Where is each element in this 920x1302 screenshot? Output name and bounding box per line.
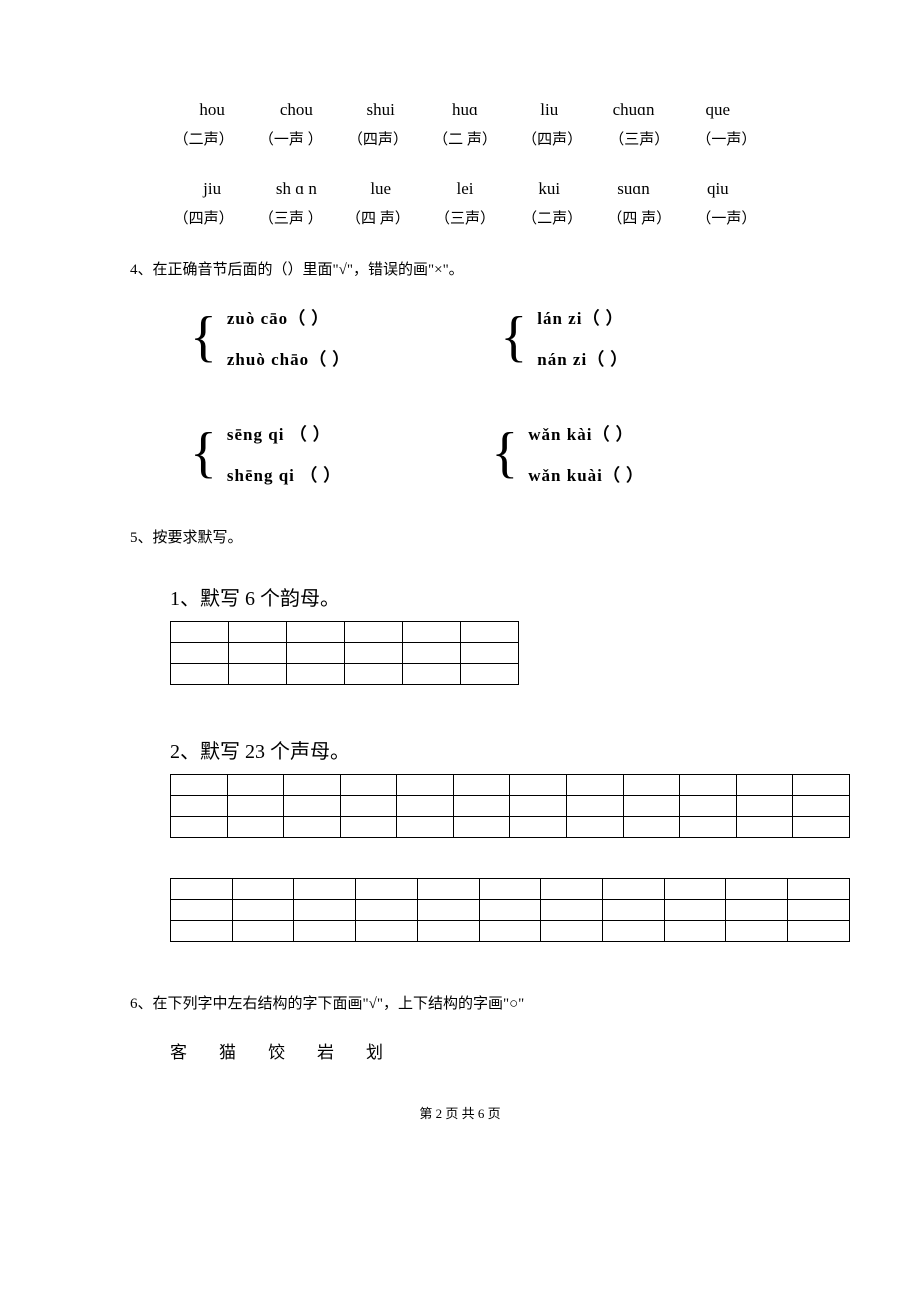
- tone-cell: （一声）: [683, 128, 770, 149]
- pinyin-cell: que: [676, 100, 760, 120]
- choice-item: lán zi（ ）: [537, 304, 628, 329]
- bracket-group: { sēng qi （ ） shēng qi （ ）: [190, 420, 341, 486]
- bracket-row-2: { sēng qi （ ） shēng qi （ ） { wǎn kài（ ） …: [190, 420, 790, 486]
- pinyin-row-1: hou chou shui huɑ liu chuɑn que: [130, 100, 790, 120]
- pinyin-cell: sh ɑ n: [254, 179, 338, 199]
- bracket-icon: {: [190, 322, 217, 352]
- tone-cell: （二声）: [160, 128, 247, 149]
- tone-cell: （一声）: [683, 207, 770, 228]
- char-item: 猫: [219, 1038, 238, 1063]
- bracket-icon: {: [190, 438, 217, 468]
- page-footer: 第 2 页 共 6 页: [130, 1103, 790, 1122]
- bracket-group: { zuò cāo（ ） zhuò chāo（ ）: [190, 304, 350, 370]
- choice-item: zuò cāo（ ）: [227, 304, 350, 329]
- tone-cell: （四声）: [334, 128, 421, 149]
- choice-item: sēng qi （ ）: [227, 420, 342, 445]
- tone-cell: （二 声）: [421, 128, 508, 149]
- choice-item: nán zi（ ）: [537, 345, 628, 370]
- pinyin-cell: suɑn: [591, 179, 675, 199]
- question-4: 4、在正确音节后面的（）里面"√"，错误的画"×"。: [130, 258, 790, 279]
- tone-cell: （二声）: [509, 207, 596, 228]
- char-item: 客: [170, 1038, 189, 1063]
- pinyin-cell: chou: [254, 100, 338, 120]
- tone-cell: （三声）: [421, 207, 508, 228]
- tone-cell: （三声 ）: [247, 207, 334, 228]
- tone-cell: （四 声）: [596, 207, 683, 228]
- bracket-group: { lán zi（ ） nán zi（ ）: [500, 304, 628, 370]
- bracket-icon: {: [491, 438, 518, 468]
- grid-12-cols-1: [170, 774, 850, 838]
- character-row: 客 猫 饺 岩 划: [170, 1038, 790, 1063]
- question-5: 5、按要求默写。: [130, 526, 790, 547]
- choice-item: shēng qi （ ）: [227, 461, 342, 486]
- bracket-group: { wǎn kài（ ） wǎn kuài（ ）: [491, 420, 644, 486]
- tone-cell: （四声）: [509, 128, 596, 149]
- pinyin-cell: shui: [339, 100, 423, 120]
- pinyin-row-2: jiu sh ɑ n lue lei kui suɑn qiu: [130, 179, 790, 199]
- tone-cell: （四声）: [160, 207, 247, 228]
- tone-row-2: （四声） （三声 ） （四 声） （三声） （二声） （四 声） （一声）: [130, 207, 790, 228]
- choice-item: zhuò chāo（ ）: [227, 345, 350, 370]
- tone-row-1: （二声） （一声 ） （四声） （二 声） （四声） （三声） （一声）: [130, 128, 790, 149]
- question-6: 6、在下列字中左右结构的字下面画"√"，上下结构的字画"○": [130, 992, 790, 1013]
- pinyin-cell: hou: [170, 100, 254, 120]
- char-item: 划: [366, 1038, 385, 1063]
- subheading-2: 2、默写 23 个声母。: [170, 735, 790, 764]
- pinyin-cell: jiu: [170, 179, 254, 199]
- bracket-row-1: { zuò cāo（ ） zhuò chāo（ ） { lán zi（ ） ná…: [190, 304, 790, 370]
- tone-cell: （四 声）: [334, 207, 421, 228]
- pinyin-cell: lue: [339, 179, 423, 199]
- char-item: 饺: [268, 1038, 287, 1063]
- choice-item: wǎn kuài（ ）: [528, 461, 644, 486]
- pinyin-cell: liu: [507, 100, 591, 120]
- choice-item: wǎn kài（ ）: [528, 420, 644, 445]
- grid-12-cols-2: [170, 878, 850, 942]
- subheading-1: 1、默写 6 个韵母。: [170, 582, 790, 611]
- tone-cell: （三声）: [596, 128, 683, 149]
- char-item: 岩: [317, 1038, 336, 1063]
- pinyin-cell: lei: [423, 179, 507, 199]
- pinyin-cell: kui: [507, 179, 591, 199]
- pinyin-cell: huɑ: [423, 100, 507, 120]
- tone-cell: （一声 ）: [247, 128, 334, 149]
- bracket-icon: {: [500, 322, 527, 352]
- pinyin-cell: qiu: [676, 179, 760, 199]
- pinyin-cell: chuɑn: [591, 100, 675, 120]
- grid-6-cols: [170, 621, 519, 685]
